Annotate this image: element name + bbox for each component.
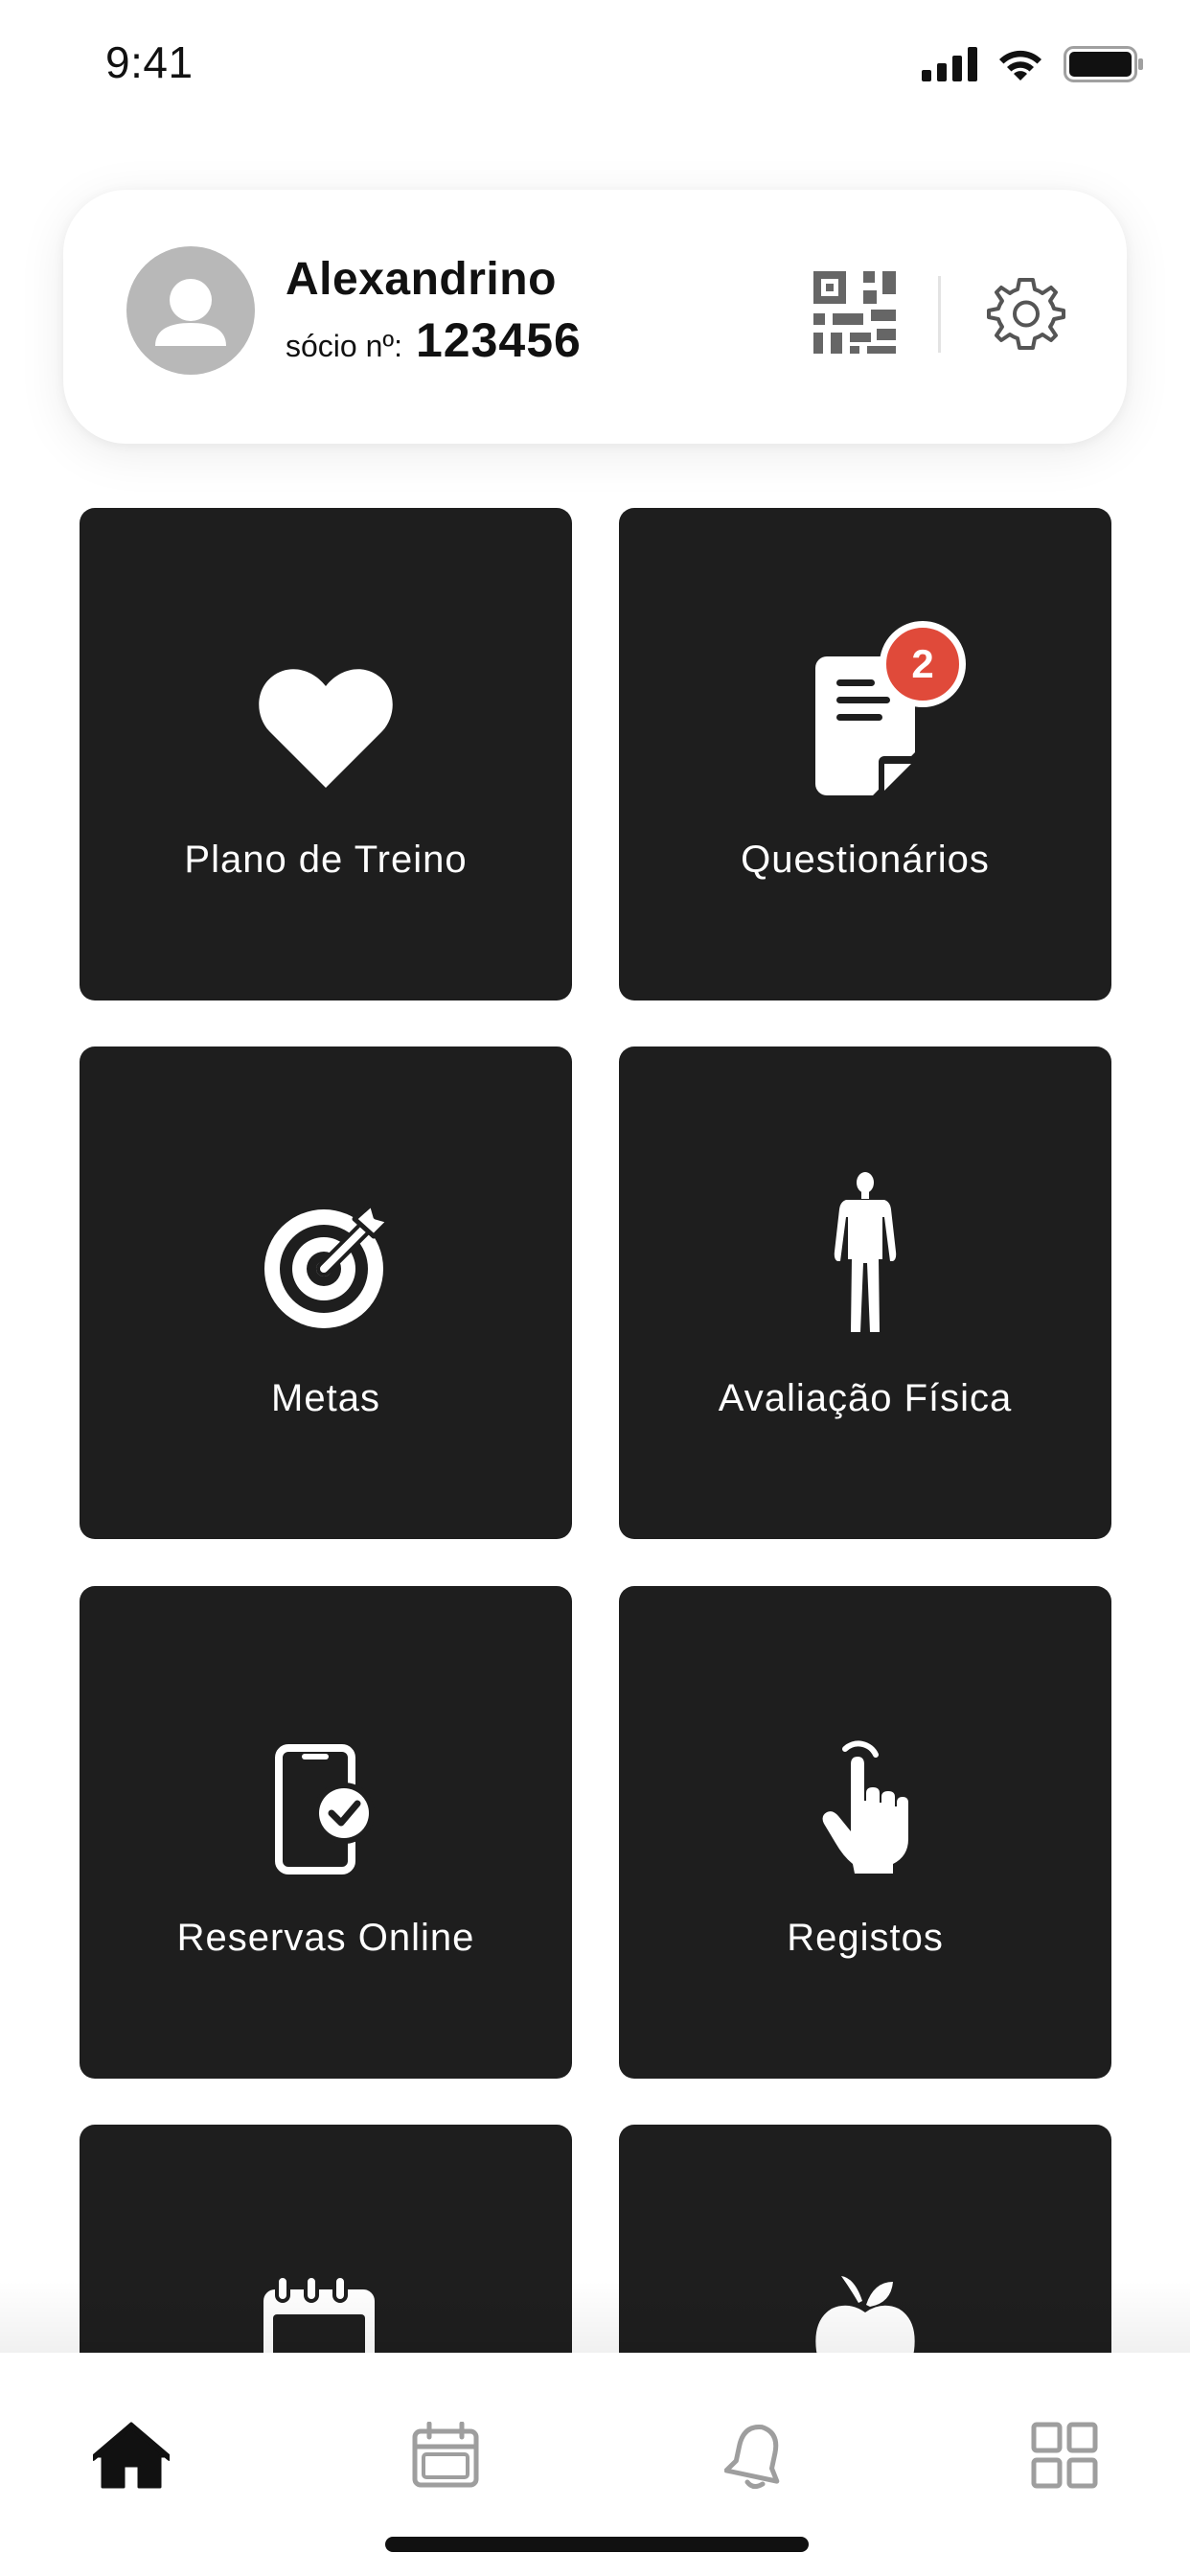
- tile-label: Plano de Treino: [184, 839, 468, 881]
- tile-plano-de-treino[interactable]: Plano de Treino: [80, 508, 572, 1000]
- cellular-signal-icon: [922, 47, 977, 81]
- profile-card: Alexandrino sócio nº: 123456: [63, 190, 1127, 444]
- status-icons: [922, 46, 1144, 82]
- avatar-person-icon: [155, 279, 226, 346]
- notification-badge: 2: [880, 621, 966, 707]
- card-divider: [938, 276, 941, 353]
- tile-questionarios[interactable]: 2 Questionários: [619, 508, 1111, 1000]
- tab-bar-shadow: [0, 2281, 1190, 2353]
- tile-registos[interactable]: Registos: [619, 1586, 1111, 2079]
- home-icon: [93, 2422, 170, 2489]
- heart-icon: [259, 669, 393, 788]
- tab-bar: [0, 2353, 1190, 2576]
- tile-reservas-online[interactable]: Reservas Online: [80, 1586, 572, 2079]
- tile-label: Questionários: [741, 839, 990, 881]
- grid-icon: [1031, 2422, 1098, 2489]
- tile-label: Reservas Online: [176, 1917, 475, 1959]
- tile-label: Avaliação Física: [718, 1377, 1013, 1419]
- tile-label: Registos: [787, 1917, 944, 1959]
- home-indicator[interactable]: [385, 2537, 809, 2552]
- qr-code-icon: [813, 271, 896, 354]
- tab-menu[interactable]: [1021, 2412, 1108, 2498]
- settings-button[interactable]: [983, 270, 1069, 356]
- member-number: 123456: [415, 313, 582, 367]
- wifi-icon: [999, 50, 1041, 80]
- human-body-icon: [834, 1172, 897, 1332]
- gear-icon: [987, 278, 1065, 350]
- member-label: sócio nº:: [286, 329, 402, 363]
- qr-code-button[interactable]: [813, 271, 896, 354]
- battery-icon: [1064, 46, 1143, 82]
- tile-avaliacao-fisica[interactable]: Avaliação Física: [619, 1046, 1111, 1539]
- phone-check-icon: [275, 1744, 375, 1874]
- tab-calendar[interactable]: [402, 2412, 489, 2498]
- status-bar: 9:41: [0, 0, 1190, 125]
- status-time: 9:41: [105, 37, 194, 87]
- user-name: Alexandrino: [286, 254, 557, 305]
- member-line: sócio nº: 123456: [286, 312, 582, 368]
- calendar-icon: [412, 2422, 479, 2488]
- bell-icon: [724, 2425, 780, 2490]
- hand-pointer-icon: [822, 1740, 908, 1874]
- tab-notifications[interactable]: [713, 2412, 799, 2498]
- target-icon: [264, 1201, 392, 1328]
- tile-label: Metas: [271, 1377, 380, 1419]
- avatar[interactable]: [126, 246, 255, 375]
- tile-metas[interactable]: Metas: [80, 1046, 572, 1539]
- tab-home[interactable]: [88, 2412, 174, 2498]
